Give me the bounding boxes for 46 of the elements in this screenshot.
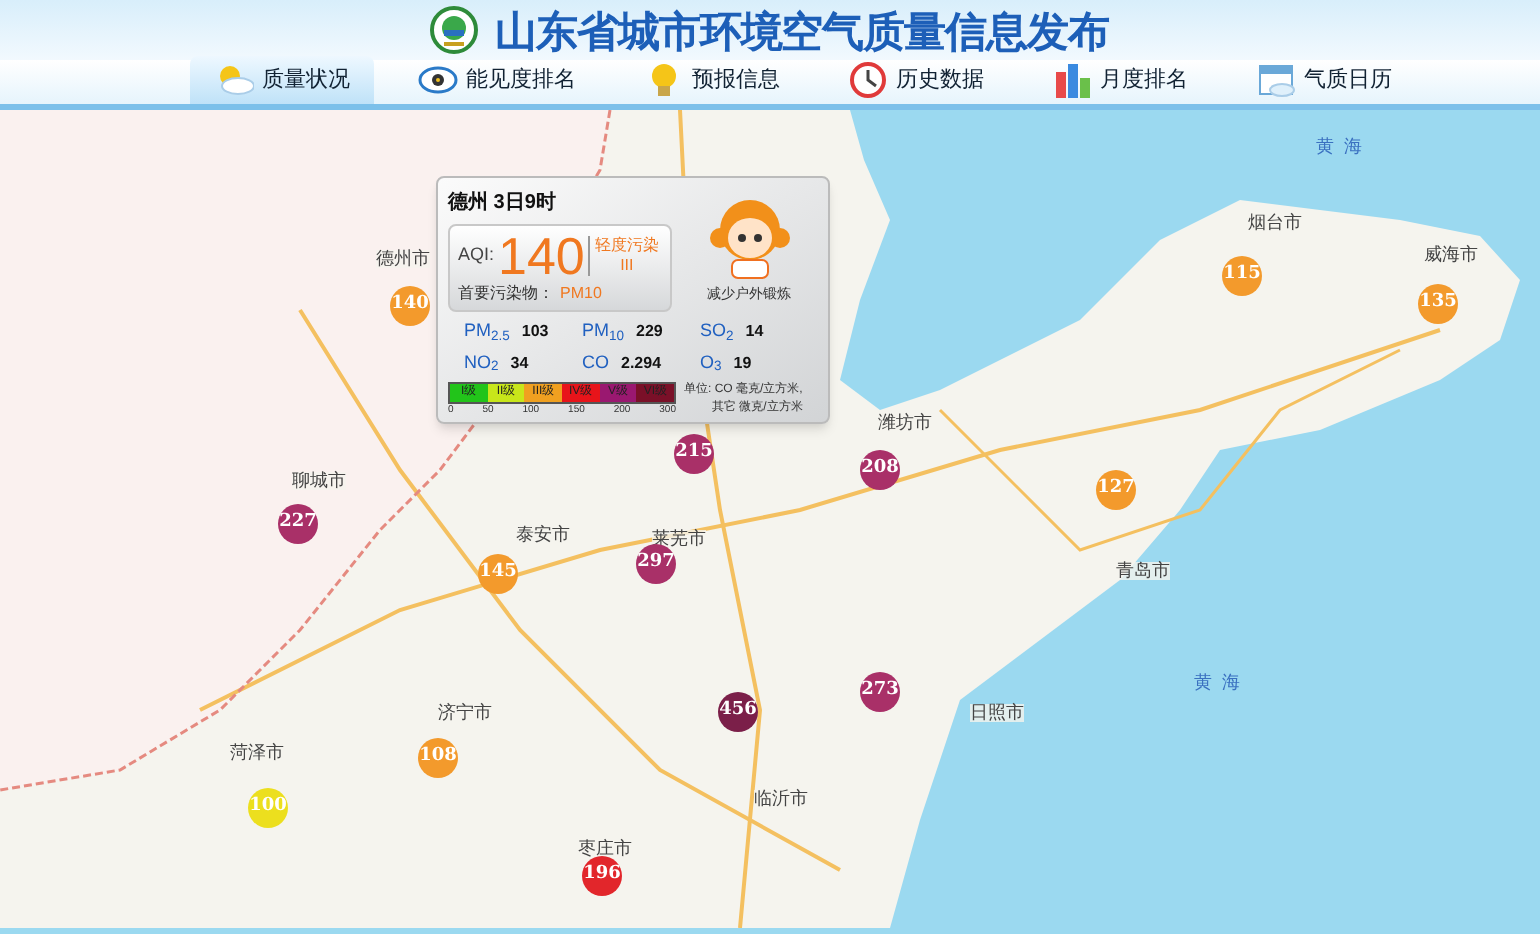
pollutant-name: O$_{3}$ [700,349,722,376]
sea-label: 黄 海 [1316,134,1363,160]
nav-tab[interactable]: 历史数据 [824,56,1008,104]
city-label: 德州市 [376,250,430,268]
pollutant-name: PM$_{10}$ [582,318,625,345]
pollutant-value: 34 [510,351,529,375]
nav-tab[interactable]: 预报信息 [620,56,804,104]
aqi-label: AQI: [458,242,495,269]
pollutant-value: 19 [733,351,752,375]
nav-tab[interactable]: 气质日历 [1232,56,1416,104]
pollutant-value: 103 [521,320,549,344]
emblem-icon [430,6,479,54]
pollutant-name: CO [582,349,609,375]
city-label: 潍坊市 [878,414,932,432]
city-label: 济宁市 [438,704,492,722]
city-label: 烟台市 [1248,214,1302,232]
nav-tab[interactable]: 能见度排名 [394,56,600,104]
city-label: 枣庄市 [578,840,632,858]
city-label: 青岛市 [1116,562,1170,580]
pollutant-value: 2.294 [621,351,662,375]
popup-title: 德州 3日9时 [448,189,558,218]
calendar-icon [1256,60,1296,100]
pollution-level: 轻度污染 [594,236,659,256]
city-label: 菏泽市 [230,744,284,762]
city-label: 莱芜市 [652,530,706,548]
city-label: 聊城市 [292,472,346,490]
primary-pollutant: PM10 [560,282,602,306]
sun-cloud-icon [214,60,254,100]
sea-label: 黄 海 [1194,670,1241,696]
primary-pollutant-label: 首要污染物： [458,282,554,306]
city-label: 泰安市 [516,526,570,544]
pollutant-value: 14 [745,320,764,344]
city-label: 日照市 [970,704,1024,722]
pollutant-value: 229 [636,320,663,344]
pollutant-name: SO$_{2}$ [700,318,734,345]
clock-icon [848,60,888,100]
nav-tab[interactable]: 质量状况 [190,56,374,104]
pollutant-name: NO$_{2}$ [464,349,499,376]
bar-chart-icon [1052,60,1092,100]
pollution-grade: III [620,256,634,276]
page-title: 山东省城市环境空气质量信息发布 [494,9,1110,51]
city-label: 临沂市 [754,790,808,808]
aqi-value: 140 [498,230,585,282]
city-label: 威海市 [1424,246,1478,264]
nav-tab[interactable]: 月度排名 [1028,56,1212,104]
pollutant-name: PM$_{2.5}$ [464,318,510,345]
